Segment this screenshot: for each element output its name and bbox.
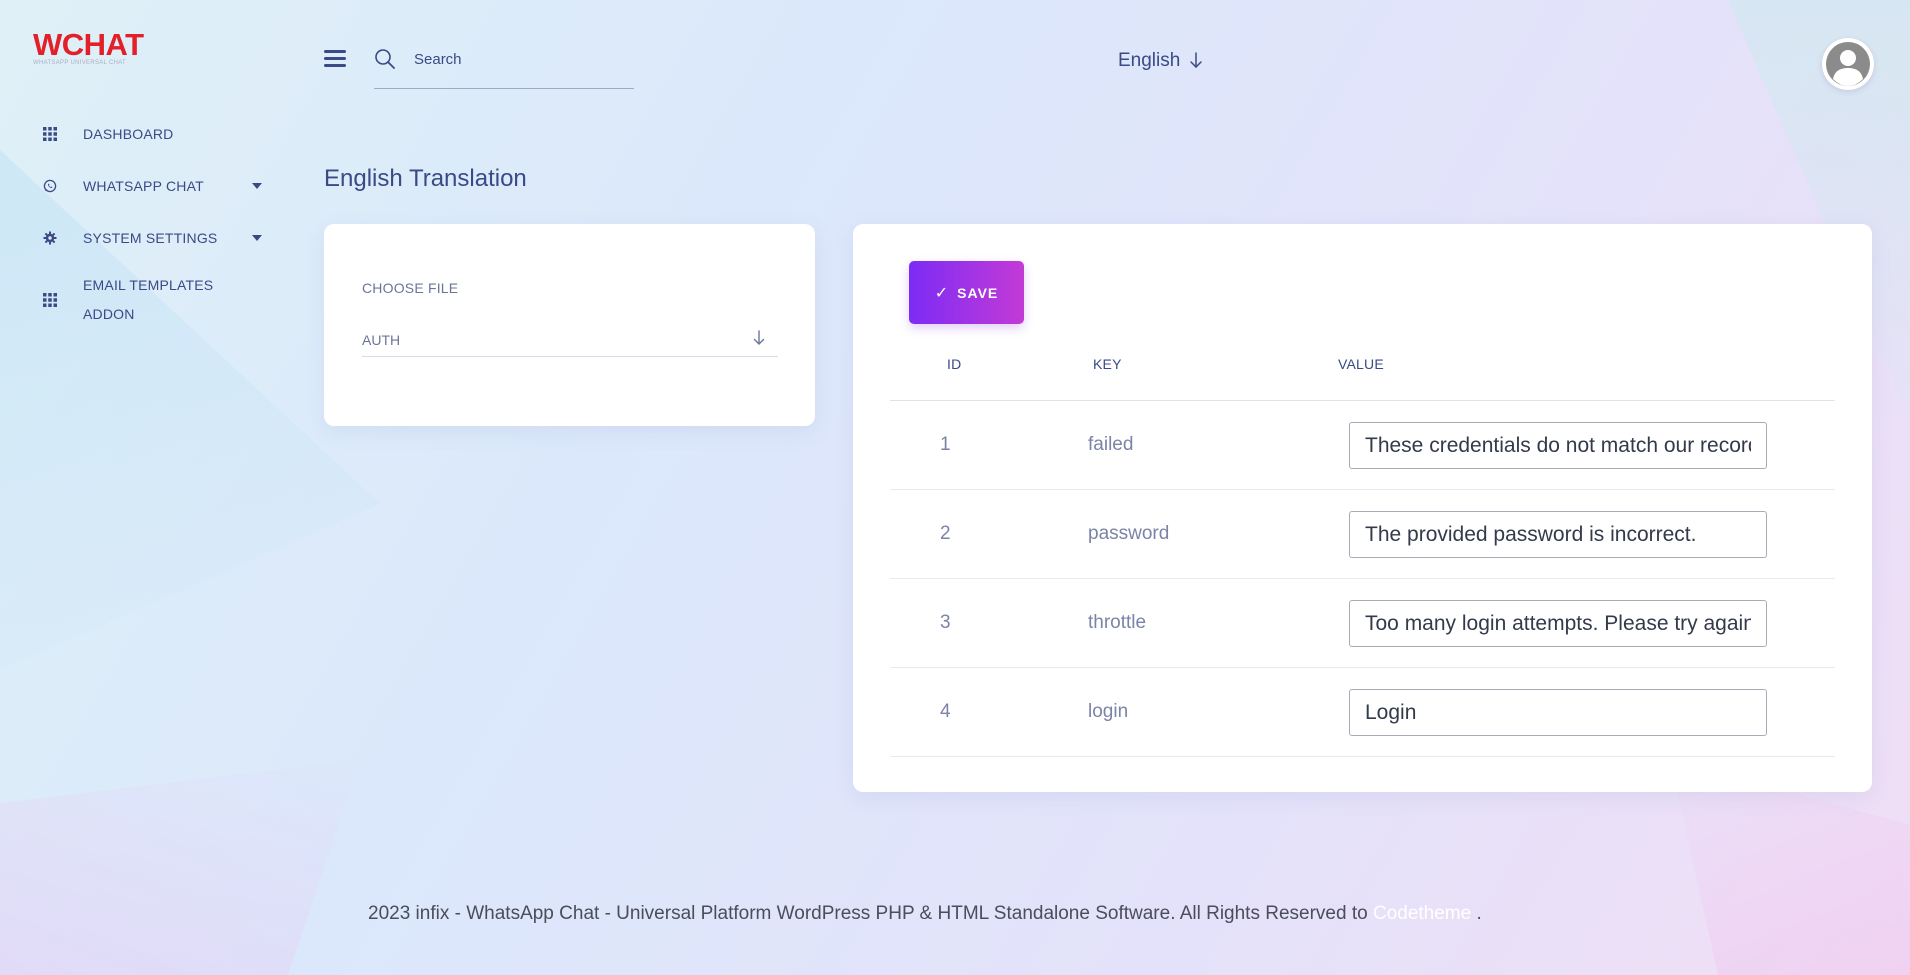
language-label: English: [1118, 50, 1181, 71]
sidebar-item-email-templates-addon[interactable]: EMAIL TEMPLATES ADDON: [0, 264, 300, 336]
brand-title: WCHAT: [33, 27, 144, 62]
file-select[interactable]: AUTH: [362, 322, 778, 357]
row-id: 4: [940, 701, 951, 722]
gear-icon: [42, 230, 58, 246]
search-input[interactable]: [414, 48, 624, 70]
row-value-input[interactable]: [1349, 689, 1767, 736]
search-box: [374, 44, 634, 89]
brand-logo[interactable]: WCHAT WHATSAPP UNIVERSAL CHAT: [33, 27, 144, 67]
column-header-key: KEY: [1093, 356, 1122, 372]
search-icon[interactable]: [374, 48, 396, 70]
sidebar-item-label: EMAIL TEMPLATES ADDON: [83, 277, 214, 322]
save-button[interactable]: ✓ SAVE: [909, 261, 1024, 324]
row-value-input[interactable]: [1349, 511, 1767, 558]
user-icon: [1826, 42, 1870, 86]
row-key: login: [1088, 701, 1129, 722]
grid-icon: [42, 292, 58, 308]
grid-icon: [42, 126, 58, 142]
file-picker-card: CHOOSE FILE AUTH: [324, 224, 815, 426]
choose-file-label: CHOOSE FILE: [362, 280, 459, 296]
translations-card: ✓ SAVE ID KEY VALUE 1 failed 2 password …: [853, 224, 1872, 792]
check-icon: ✓: [934, 284, 950, 302]
row-key: throttle: [1088, 612, 1147, 633]
column-header-id: ID: [947, 356, 962, 372]
row-id: 3: [940, 612, 951, 633]
file-select-value: AUTH: [362, 332, 401, 348]
sidebar-item-system-settings[interactable]: SYSTEM SETTINGS: [0, 212, 300, 264]
caret-down-icon: [252, 235, 262, 241]
column-header-value: VALUE: [1338, 356, 1384, 372]
footer-link-codetheme[interactable]: Codetheme: [1373, 903, 1471, 924]
row-key: password: [1088, 523, 1170, 544]
row-id: 1: [940, 434, 951, 455]
sidebar-item-dashboard[interactable]: DASHBOARD: [0, 108, 300, 160]
sidebar-item-label: SYSTEM SETTINGS: [83, 229, 218, 246]
user-avatar[interactable]: [1822, 38, 1874, 90]
table-header: ID KEY VALUE: [890, 346, 1835, 401]
sidebar-item-label: DASHBOARD: [83, 125, 174, 142]
sidebar: WCHAT WHATSAPP UNIVERSAL CHAT DASHBOARD: [0, 0, 300, 975]
caret-down-icon: [252, 183, 262, 189]
row-key: failed: [1088, 434, 1134, 455]
save-button-label: SAVE: [957, 284, 999, 301]
table-row: 3 throttle: [890, 579, 1835, 668]
row-value-input[interactable]: [1349, 422, 1767, 469]
arrow-down-icon: [753, 330, 765, 345]
language-selector[interactable]: English: [1118, 50, 1204, 72]
row-value-input[interactable]: [1349, 600, 1767, 647]
sidebar-item-label: WHATSAPP CHAT: [83, 177, 204, 194]
table-row: 4 login: [890, 668, 1835, 757]
whatsapp-icon: [42, 178, 58, 194]
footer-text: 2023 infix - WhatsApp Chat - Universal P…: [368, 903, 1368, 924]
table-row: 1 failed: [890, 401, 1835, 490]
translations-table: ID KEY VALUE 1 failed 2 password 3 throt…: [890, 346, 1835, 757]
row-id: 2: [940, 523, 951, 544]
footer-suffix: .: [1476, 903, 1482, 924]
sidebar-item-whatsapp-chat[interactable]: WHATSAPP CHAT: [0, 160, 300, 212]
table-row: 2 password: [890, 490, 1835, 579]
page-title: English Translation: [324, 165, 527, 192]
arrow-down-icon: [1190, 52, 1203, 68]
footer: 2023 infix - WhatsApp Chat - Universal P…: [368, 903, 1482, 925]
hamburger-menu-icon[interactable]: [324, 50, 346, 68]
sidebar-nav: DASHBOARD WHATSAPP CHAT SYSTEM SETTINGS …: [0, 108, 300, 336]
background-shape: [1670, 760, 1910, 975]
